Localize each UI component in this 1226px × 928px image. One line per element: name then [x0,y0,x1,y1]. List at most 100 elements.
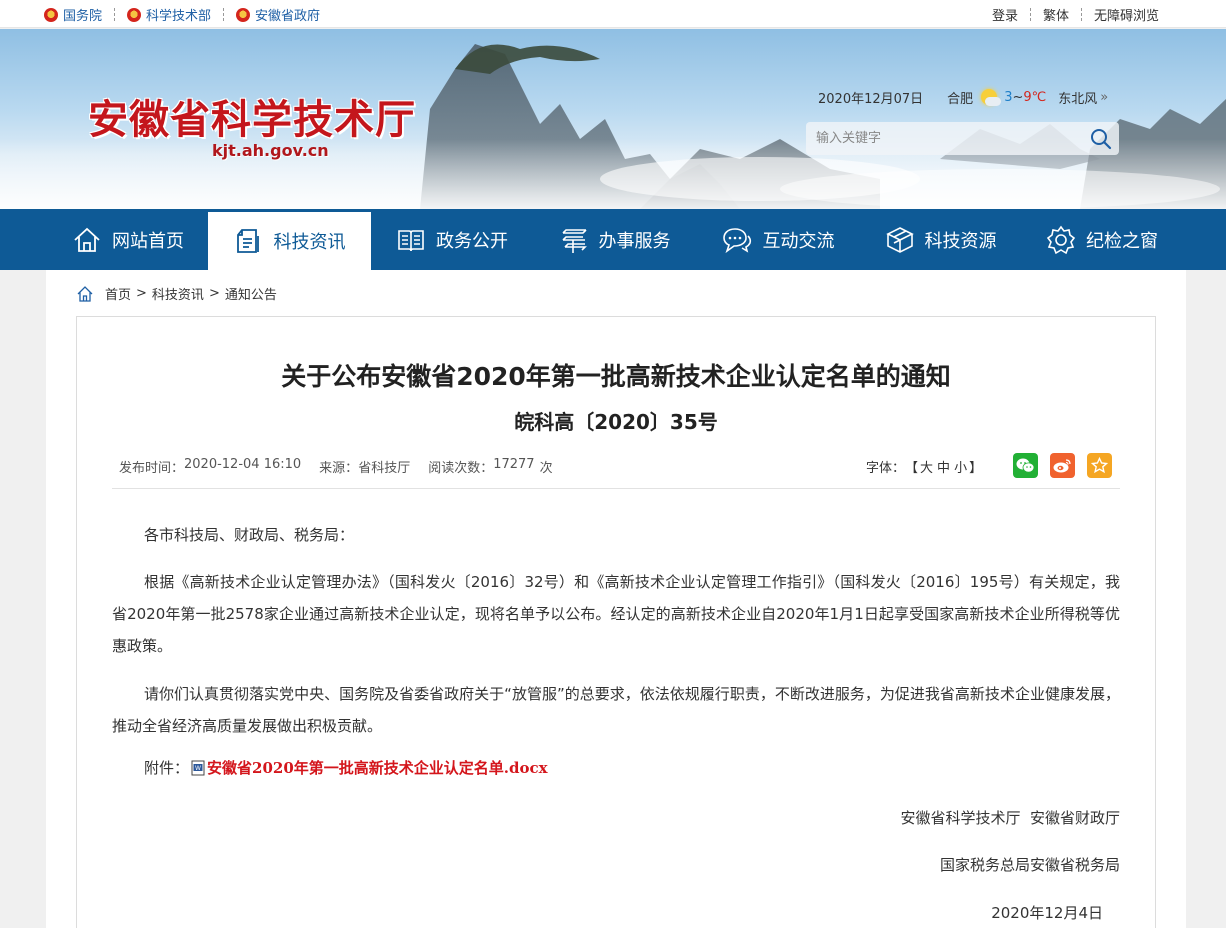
gov-link-state-council[interactable]: 国务院 [44,5,102,24]
site-domain: kjt.ah.gov.cn [212,141,329,160]
user-links: 登录 繁体 无障碍浏览 [992,5,1159,24]
national-emblem-icon [127,7,142,22]
traditional-chinese-link[interactable]: 繁体 [1043,5,1069,24]
breadcrumb: 首页 > 科技资讯 > 通知公告 [76,284,277,303]
top-bar: 国务院 科学技术部 安徽省政府 登录 繁体 无障碍浏览 [0,0,1226,28]
breadcrumb-home[interactable]: 首页 [105,284,131,303]
attachment-link[interactable]: 安徽省2020年第一批高新技术企业认定名单.docx [207,757,548,778]
temp-high: 9℃ [1023,90,1047,105]
sign-date: 2020年12月4日 [991,904,1103,922]
weibo-icon [1053,459,1071,473]
nav-item-gov-affairs[interactable]: 政务公开 [371,209,533,270]
gov-link-most[interactable]: 科学技术部 [127,5,211,24]
breadcrumb-separator: > [136,286,147,301]
views-count: 17277 [493,457,535,472]
views-label: 阅读次数： [428,461,494,476]
gear-icon [1046,225,1076,254]
partly-sunny-icon [979,88,1002,107]
share-wechat-button[interactable] [1013,453,1038,478]
divider [1080,8,1082,21]
issuing-authorities: 安徽省科学技术厅 安徽省财政厅 [900,809,1120,827]
nav-label: 互动交流 [762,230,835,252]
article-meta: 发布时间： 2020-12-04 16:10 来源： 省科技厅 阅读次数： 17… [119,457,553,476]
gov-link-label: 国务院 [63,9,103,24]
nav-item-interaction[interactable]: 互动交流 [696,209,859,270]
article-title: 关于公布安徽省2020年第一批高新技术企业认定名单的通知 [281,362,951,391]
wechat-icon [1016,458,1035,473]
nav-item-discipline[interactable]: 纪检之窗 [1022,209,1182,270]
main-nav: 网站首页 科技资讯 政务公开 办事服务 互动交流 科技资源 纪检之窗 [0,209,1226,270]
gov-links: 国务院 科学技术部 安徽省政府 [44,5,320,24]
gov-link-anhui[interactable]: 安徽省政府 [236,5,320,24]
svg-text:W: W [195,765,201,772]
share-weibo-button[interactable] [1050,453,1075,478]
weather-city: 合肥 [947,92,974,107]
divider [112,488,1120,489]
site-title: 安徽省科学技术厅 [88,96,416,143]
national-emblem-icon [44,7,58,22]
document-icon [236,229,259,253]
gov-link-label: 安徽省政府 [255,9,321,24]
article-paragraph: 根据《高新技术企业认定管理办法》（国科发火〔2016〕32号）和《高新技术企业认… [112,573,1120,655]
search-input[interactable] [806,122,1076,155]
national-emblem-icon [236,7,251,22]
source-label: 来源： [319,461,359,476]
font-size-small[interactable]: 小 [954,457,967,476]
views-unit: 次 [539,461,553,476]
temp-separator: ~ [1012,90,1024,105]
service-stack-icon [561,228,587,253]
home-icon [77,285,93,302]
font-size-label: 字体： [866,461,906,476]
font-size-large[interactable]: 大 [920,457,933,476]
source-value: 省科技厅 [358,461,411,476]
salutation: 各市科技局、财政局、税务局： [144,526,355,544]
home-icon [74,227,100,252]
search-box [806,122,1119,155]
breadcrumb-separator: > [208,286,220,301]
nav-item-resources[interactable]: 科技资源 [859,209,1022,270]
star-icon [1091,457,1108,474]
font-bracket-open: 【 [905,461,919,476]
content-area: 首页 > 科技资讯 > 通知公告 关于公布安徽省2020年第一批高新技术企业认定… [46,270,1186,928]
publish-label: 发布时间： [119,461,185,476]
font-size-medium[interactable]: 中 [937,457,950,476]
nav-label: 网站首页 [112,230,184,252]
nav-item-home[interactable]: 网站首页 [48,209,208,270]
issuing-authority-tax: 国家税务总局安徽省税务局 [939,856,1120,874]
header-banner: 安徽省科学技术厅 kjt.ah.gov.cn 2020年12月07日 合肥 3 … [0,29,1226,209]
nav-label: 科技资讯 [273,232,346,253]
divider [223,8,225,21]
nav-label: 纪检之窗 [1086,230,1158,252]
attachment-label: 附件： [144,759,190,777]
document-number: 皖科高〔2020〕35号 [514,410,718,434]
accessibility-link[interactable]: 无障碍浏览 [1094,5,1159,24]
double-chevron-right-icon[interactable]: » [1100,90,1108,105]
open-book-icon [398,229,424,251]
divider [1029,8,1031,21]
current-date: 2020年12月07日 [818,92,924,107]
word-document-icon: W [191,760,205,775]
nav-item-services[interactable]: 办事服务 [533,209,696,270]
wind-direction: 东北风 [1058,92,1098,107]
cube-icon [885,226,914,253]
font-bracket-close: 】 [969,461,983,476]
temp-low: 3 [1004,90,1013,105]
breadcrumb-section[interactable]: 科技资讯 [152,284,204,303]
attachment: 附件： W 安徽省2020年第一批高新技术企业认定名单.docx [144,757,548,778]
article-panel: 关于公布安徽省2020年第一批高新技术企业认定名单的通知 皖科高〔2020〕35… [76,316,1156,928]
weather-bar: 2020年12月07日 合肥 3 ~ 9℃ 东北风 » [818,88,1108,107]
nav-label: 政务公开 [436,230,508,252]
search-button[interactable] [1089,127,1113,151]
breadcrumb-current[interactable]: 通知公告 [225,284,277,303]
gov-link-label: 科学技术部 [146,9,212,24]
chat-bubbles-icon [722,227,751,253]
font-size-switcher: 字体： 【 大 中 小 】 [866,457,982,476]
nav-label: 办事服务 [598,230,671,252]
login-link[interactable]: 登录 [992,5,1018,24]
nav-item-tech-news[interactable]: 科技资讯 [208,209,371,270]
favorite-button[interactable] [1087,453,1112,478]
article-paragraph: 请你们认真贯彻落实党中央、国务院及省委省政府关于“放管服”的总要求，依法依规履行… [112,685,1120,735]
publish-time: 2020-12-04 16:10 [184,457,302,472]
divider [114,8,116,21]
nav-label: 科技资源 [924,230,997,252]
